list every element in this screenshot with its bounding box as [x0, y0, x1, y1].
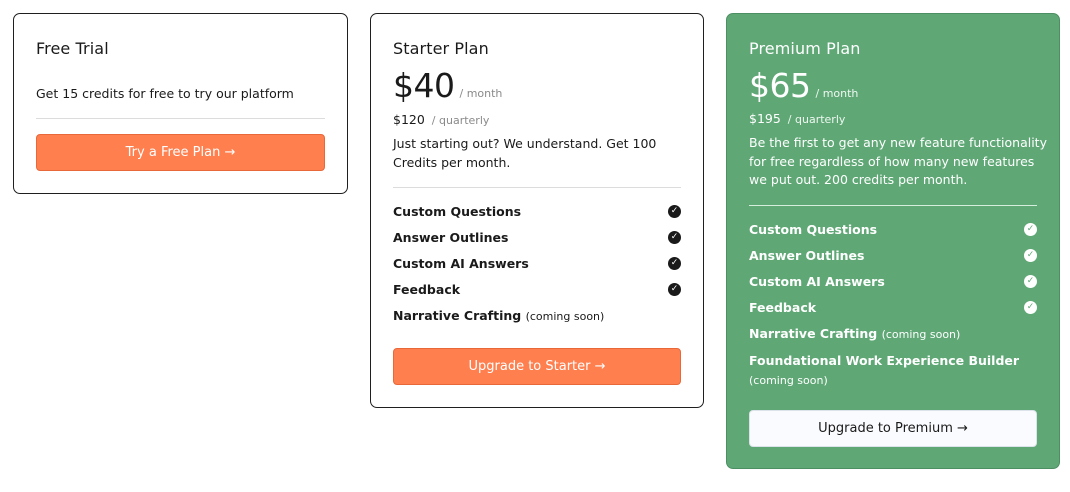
free-divider [36, 118, 325, 119]
starter-plan-description: Just starting out? We understand. Get 10… [393, 136, 657, 170]
feature-label: Answer Outlines [749, 248, 865, 263]
feature-item: Custom Questions ✓ [749, 217, 1037, 243]
upgrade-to-starter-button[interactable]: Upgrade to Starter → [393, 348, 681, 385]
free-plan-title: Free Trial [36, 39, 109, 58]
premium-quarterly: $195 / quarterly [749, 111, 845, 126]
premium-plan-description: Be the first to get any new feature func… [749, 135, 1047, 187]
starter-price: $40 [393, 66, 455, 105]
feature-item: Answer Outlines ✓ [749, 243, 1037, 269]
feature-label: Feedback [749, 300, 817, 315]
feature-label: Custom Questions [749, 222, 878, 237]
feature-item: Narrative Crafting (coming soon) [393, 303, 681, 329]
starter-quarterly-period: / quarterly [431, 114, 490, 127]
free-plan-description: Get 15 credits for free to try our platf… [36, 86, 294, 101]
premium-price-period: / month [815, 87, 859, 100]
feature-label: Custom AI Answers [393, 256, 529, 271]
check-circle-icon: ✓ [668, 283, 681, 296]
check-circle-icon: ✓ [668, 205, 681, 218]
feature-label: Custom AI Answers [749, 274, 885, 289]
free-trial-card: Free Trial Get 15 credits for free to tr… [13, 13, 348, 194]
premium-quarterly-period: / quarterly [787, 113, 846, 126]
feature-item: Feedback ✓ [749, 295, 1037, 321]
feature-label: Answer Outlines [393, 230, 509, 245]
feature-item: Feedback ✓ [393, 277, 681, 303]
premium-price: $65 [749, 66, 811, 105]
premium-plan-card: Premium Plan $65 / month $195 / quarterl… [726, 13, 1060, 469]
feature-label: Feedback [393, 282, 461, 297]
feature-note: (coming soon) [525, 310, 605, 323]
starter-quarterly: $120 / quarterly [393, 112, 489, 127]
feature-item: Custom Questions ✓ [393, 199, 681, 225]
check-circle-icon: ✓ [1024, 249, 1037, 262]
starter-quarterly-price: $120 [393, 112, 425, 127]
feature-item: Answer Outlines ✓ [393, 225, 681, 251]
starter-plan-title: Starter Plan [393, 39, 489, 58]
premium-quarterly-price: $195 [749, 111, 781, 126]
starter-price-period: / month [459, 87, 503, 100]
check-circle-icon: ✓ [668, 257, 681, 270]
check-circle-icon: ✓ [668, 231, 681, 244]
starter-plan-card: Starter Plan $40 / month $120 / quarterl… [370, 13, 704, 408]
feature-note: (coming soon) [749, 374, 828, 387]
premium-feature-list: Custom Questions ✓ Answer Outlines ✓ Custo… [749, 217, 1037, 390]
feature-note: (coming soon) [881, 328, 961, 341]
check-circle-icon: ✓ [1024, 275, 1037, 288]
feature-item: Foundational Work Experience Builder (co… [749, 347, 1037, 390]
check-circle-icon: ✓ [1024, 223, 1037, 236]
starter-divider [393, 187, 681, 188]
upgrade-to-premium-button[interactable]: Upgrade to Premium → [749, 410, 1037, 447]
starter-feature-list: Custom Questions ✓ Answer Outlines ✓ Custo… [393, 199, 681, 329]
feature-label: Narrative Crafting [393, 308, 522, 323]
feature-label: Foundational Work Experience Builder [749, 353, 1020, 368]
premium-price-row: $65 / month [749, 66, 858, 105]
try-free-plan-button[interactable]: Try a Free Plan → [36, 134, 325, 171]
feature-item: Custom AI Answers ✓ [749, 269, 1037, 295]
feature-item: Custom AI Answers ✓ [393, 251, 681, 277]
check-circle-icon: ✓ [1024, 301, 1037, 314]
starter-price-row: $40 / month [393, 66, 502, 105]
feature-item: Narrative Crafting (coming soon) [749, 321, 1037, 347]
feature-label: Narrative Crafting [749, 326, 878, 341]
premium-plan-title: Premium Plan [749, 39, 861, 58]
premium-divider [749, 205, 1037, 206]
feature-label: Custom Questions [393, 204, 522, 219]
